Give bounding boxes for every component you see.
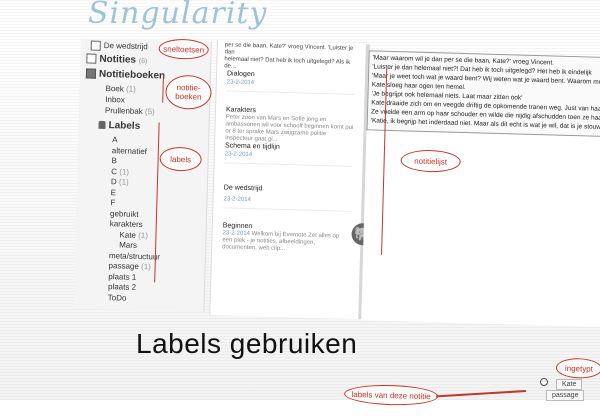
shortcut-item[interactable]: De wedstrijd — [90, 40, 148, 53]
annotation-input: ingetypt — [555, 357, 600, 379]
note-card[interactable]: Beginnen 23-2-2014 Welkom bij Evernote Z… — [222, 222, 351, 255]
note-card[interactable]: Dialogen 23-2-2014 — [226, 70, 356, 95]
label-item[interactable]: plaats 2 — [108, 282, 136, 292]
label-item[interactable]: D (1) — [111, 177, 129, 186]
label-item[interactable]: alternatief — [112, 146, 147, 156]
notebook-item[interactable]: Prullenbak (5) — [105, 106, 155, 116]
label-item[interactable]: karakters — [110, 219, 143, 229]
note-card[interactable]: Schema en tijdlijn 23-2-2014 — [224, 142, 354, 167]
label-item[interactable]: plaats 1 — [108, 272, 136, 282]
label-item[interactable]: ToDo — [108, 293, 127, 303]
note-card[interactable]: De wedstrijd 23-2-2014 — [223, 184, 352, 212]
sidebar-item-labels[interactable]: Labels — [98, 120, 140, 132]
notes-icon — [86, 53, 97, 65]
label-item[interactable]: B — [111, 156, 117, 165]
tag-icon — [98, 121, 106, 130]
note-list: Dialogen 23-2-2014 Karakters Peter zoon … — [209, 40, 370, 320]
note-tag-bar: Kate passage — [540, 378, 600, 401]
page-heading: Labels gebruiken — [136, 328, 358, 359]
notebook-item[interactable]: Boek (1) — [105, 84, 135, 94]
note-icon — [90, 40, 101, 51]
annotation-brace-notebooks — [152, 74, 164, 103]
label-item[interactable]: C (1) — [111, 167, 129, 176]
note-list-header: per se die baan, Kate?' vroeg Vincent. '… — [224, 42, 354, 70]
notebook-item[interactable]: Inbox — [105, 95, 125, 105]
sidebar-item-notes[interactable]: Notities (6) — [86, 53, 147, 66]
notebook-icon — [85, 68, 97, 80]
label-item[interactable]: gebruikt — [110, 209, 139, 219]
label-item[interactable]: A — [112, 135, 118, 144]
search-icon[interactable] — [540, 378, 548, 386]
note-card[interactable]: Karakters Peter zoon van Mars en Sofie j… — [225, 106, 354, 146]
annotation-arrow — [436, 389, 527, 397]
annotation-note-labels: labels van deze notitie — [343, 383, 439, 407]
note-editor[interactable]: 'Maar waarom wil je dan per se die baan,… — [361, 50, 600, 328]
label-item[interactable]: E — [111, 188, 117, 197]
label-item[interactable]: F — [110, 198, 115, 207]
tag-pill[interactable]: passage — [546, 390, 585, 401]
tag-pill[interactable]: Kate — [555, 379, 583, 390]
label-item[interactable]: Mars — [119, 240, 137, 249]
